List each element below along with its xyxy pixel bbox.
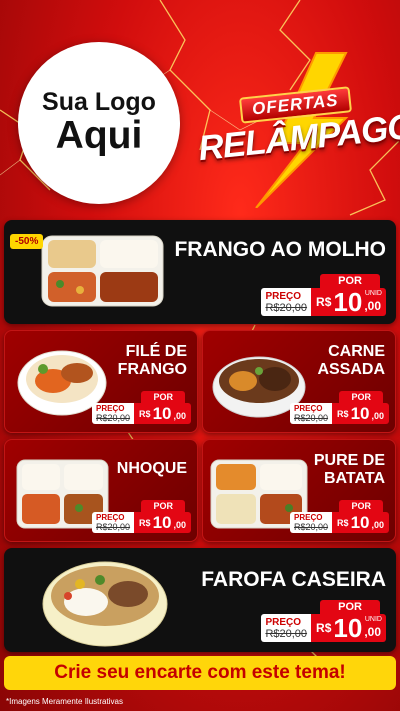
discount-badge: -50% (10, 234, 44, 249)
old-price: R$20,00 (294, 522, 329, 532)
por-label: POR (320, 274, 380, 288)
footnote: *Imagens Meramente Ilustrativas (6, 697, 123, 706)
unit-label: UNID (364, 290, 382, 297)
preco-label: PREÇO (265, 616, 302, 628)
product-card-carne-assada[interactable]: CARNE ASSADA POR PREÇO R$20,00 R$ 10 ,00 (202, 330, 396, 433)
price-tag: POR PREÇO R$20,00 R$ 10 ,00 (92, 500, 191, 533)
food-bowl-image (42, 561, 168, 647)
product-title: FAROFA CASEIRA (201, 568, 386, 591)
old-price: R$20,00 (265, 301, 308, 314)
product-card-file-de-frango[interactable]: FILÉ DE FRANGO POR PREÇO R$20,00 R$ 10 ,… (4, 330, 198, 433)
price-value: 10 (350, 513, 370, 532)
price-value: 10 (152, 404, 172, 423)
currency-label: R$ (316, 295, 332, 309)
price-tag: POR PREÇO R$20,00 R$ 10 ,00 (92, 391, 191, 424)
product-card-pure-de-batata[interactable]: PURE DE BATATA POR PREÇO R$20,00 R$ 10 ,… (202, 439, 396, 542)
product-title-line1: PURE DE (313, 452, 385, 469)
logo-placeholder: Sua Logo Aqui (18, 42, 180, 204)
product-title: NHOQUE (116, 460, 187, 477)
offer-badge: OFERTAS RELÂMPAGO (196, 48, 400, 208)
por-label: POR (339, 391, 383, 403)
logo-text-line1: Sua Logo (42, 88, 156, 117)
price-value: 10 (333, 613, 363, 643)
preco-label: PREÇO (294, 404, 323, 413)
por-label: POR (141, 391, 185, 403)
currency-label: R$ (337, 408, 349, 419)
product-card-farofa[interactable]: FAROFA CASEIRA POR PREÇO R$20,00 R$ 10 ,… (4, 548, 396, 652)
price-tag: POR PREÇO R$20,00 R$ 10 ,00 UNID (261, 600, 386, 642)
food-tray-image (41, 235, 164, 307)
logo-text-line2: Aqui (55, 113, 143, 157)
product-card-frango[interactable]: -50% FRANGO AO MOLHO POR PREÇO R$20,00 R… (4, 220, 396, 324)
currency-label: R$ (316, 621, 332, 635)
price-decimals: ,00 (364, 625, 381, 639)
preco-label: PREÇO (96, 404, 125, 413)
currency-label: R$ (337, 517, 349, 528)
unit-label: UNID (364, 616, 382, 623)
price-value: 10 (350, 404, 370, 423)
preco-label: PREÇO (96, 513, 125, 522)
price-value: 10 (333, 287, 363, 317)
por-label: POR (320, 600, 380, 614)
price-value: 10 (152, 513, 172, 532)
currency-label: R$ (139, 517, 151, 528)
price-tag: POR PREÇO R$20,00 R$ 10 ,00 (290, 500, 389, 533)
product-title: FRANGO AO MOLHO (174, 238, 386, 261)
old-price: R$20,00 (96, 413, 131, 423)
cta-banner[interactable]: Crie seu encarte com este tema! (4, 656, 396, 690)
price-decimals: ,00 (364, 299, 381, 313)
preco-label: PREÇO (294, 513, 323, 522)
product-title-line1: FILÉ DE (125, 343, 187, 360)
product-title-line2: BATATA (323, 469, 385, 487)
product-title-line2: FRANGO (117, 360, 187, 378)
product-title: CARNE ASSADA (317, 343, 385, 378)
product-title-line1: CARNE (328, 343, 385, 360)
product-title-line2: ASSADA (317, 360, 385, 378)
product-title: FILÉ DE FRANGO (118, 343, 187, 378)
currency-label: R$ (139, 408, 151, 419)
price-decimals: ,00 (371, 411, 384, 421)
price-decimals: ,00 (371, 520, 384, 530)
old-price: R$20,00 (265, 627, 308, 640)
price-tag: POR PREÇO R$20,00 R$ 10 ,00 UNID (261, 274, 386, 316)
preco-label: PREÇO (265, 290, 302, 302)
product-title: PURE DE BATATA (314, 452, 385, 487)
old-price: R$20,00 (294, 413, 329, 423)
por-label: POR (339, 500, 383, 512)
old-price: R$20,00 (96, 522, 131, 532)
price-decimals: ,00 (173, 520, 186, 530)
product-card-nhoque[interactable]: NHOQUE POR PREÇO R$20,00 R$ 10 ,00 (4, 439, 198, 542)
price-tag: POR PREÇO R$20,00 R$ 10 ,00 (290, 391, 389, 424)
price-decimals: ,00 (173, 411, 186, 421)
por-label: POR (141, 500, 185, 512)
